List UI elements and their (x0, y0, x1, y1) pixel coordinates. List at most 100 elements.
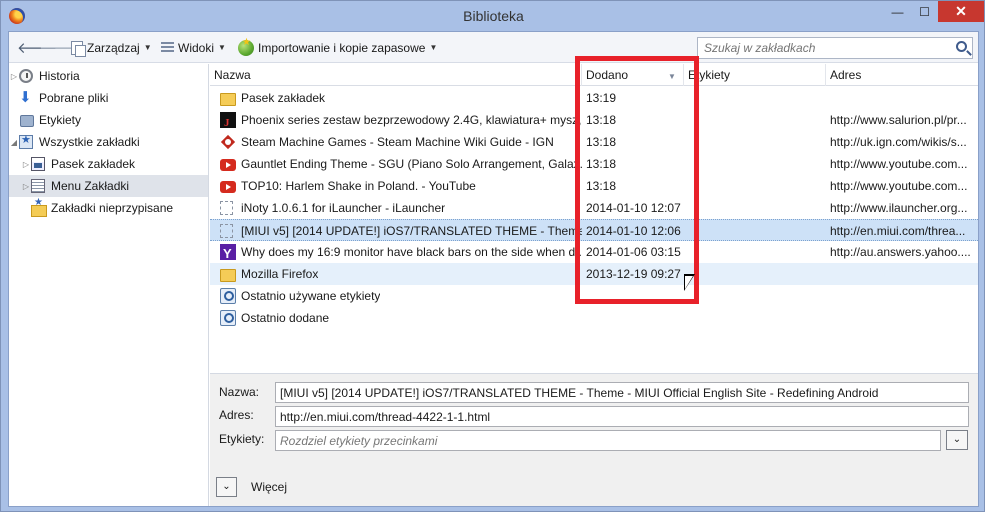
item-tags (684, 131, 826, 153)
more-label[interactable]: Więcej (251, 480, 287, 494)
sidebar-item-label: Zakładki nieprzypisane (51, 201, 174, 215)
column-header-label: Etykiety (688, 68, 731, 82)
item-title: Why does my 16:9 monitor have black bars… (241, 245, 582, 259)
list-item[interactable]: Ostatnio dodane (210, 307, 978, 329)
title-bar[interactable]: Biblioteka — ☐ ✕ (1, 1, 985, 31)
smart-query-icon (220, 310, 236, 326)
cell-name: Phoenix series zestaw bezprzewodowy 2.4G… (220, 109, 582, 131)
expand-arrow-icon[interactable]: ▷ (21, 160, 31, 169)
item-added: 2014-01-10 12:07 (586, 201, 681, 215)
tags-dropdown-button[interactable]: ⌄ (946, 430, 968, 450)
name-field[interactable] (275, 382, 969, 403)
search-input[interactable] (698, 38, 948, 58)
sidebar-item-label: Wszystkie zakładki (39, 135, 140, 149)
column-header-label: Nazwa (214, 68, 251, 82)
column-header-added[interactable]: Dodano ▼ (582, 64, 684, 86)
list-item[interactable]: Why does my 16:9 monitor have black bars… (210, 241, 978, 263)
expand-arrow-icon[interactable]: ▷ (9, 72, 19, 81)
list-item[interactable]: TOP10: Harlem Shake in Poland. - YouTube… (210, 175, 978, 197)
cell-name: TOP10: Harlem Shake in Poland. - YouTube (220, 175, 582, 197)
name-field-label: Nazwa: (219, 385, 260, 399)
library-window: Biblioteka — ☐ ✕ 🡐 🡒 Zarządzaj ▼ Widoki … (0, 0, 985, 512)
sidebar-item-label: Etykiety (39, 113, 82, 127)
list-item[interactable]: Steam Machine Games - Steam Machine Wiki… (210, 131, 978, 153)
list-item-selected[interactable]: [MIUI v5] [2014 UPDATE!] iOS7/TRANSLATED… (210, 219, 978, 241)
sidebar-item-label: Menu Zakładki (51, 179, 130, 193)
search-box[interactable] (697, 37, 973, 59)
list-item[interactable]: Phoenix series zestaw bezprzewodowy 2.4G… (210, 109, 978, 131)
sidebar-item-label: Historia (39, 69, 80, 83)
tags-icon (19, 113, 34, 127)
sidebar-item-tags[interactable]: Etykiety (9, 109, 208, 131)
smart-query-icon (220, 288, 236, 304)
url-field[interactable] (275, 406, 969, 427)
sidebar-item-unsorted-bookmarks[interactable]: Zakładki nieprzypisane (9, 197, 208, 219)
sidebar-item-label: Pobrane pliki (39, 91, 109, 105)
item-tags (684, 197, 826, 219)
item-url: http://en.miui.com/threa... (830, 224, 966, 238)
organize-menu-button[interactable]: Zarządzaj ▼ (71, 38, 152, 57)
minimize-button[interactable]: — (884, 1, 911, 22)
list-item[interactable]: iNoty 1.0.6.1 for iLauncher - iLauncher … (210, 197, 978, 219)
column-header-url[interactable]: Adres (826, 64, 978, 86)
import-star-icon (238, 37, 254, 56)
item-tags (684, 263, 826, 285)
import-backup-menu-button[interactable]: Importowanie i kopie zapasowe ▼ (238, 37, 438, 57)
tags-field[interactable] (275, 430, 941, 451)
list-item-hovered[interactable]: Mozilla Firefox 2013-12-19 09:27 (210, 263, 978, 285)
list-item[interactable]: Gauntlet Ending Theme - SGU (Piano Solo … (210, 153, 978, 175)
yahoo-icon (220, 243, 236, 263)
maximize-button[interactable]: ☐ (911, 1, 938, 22)
organize-label: Zarządzaj (87, 40, 140, 55)
more-toggle-button[interactable]: ⌄ (216, 477, 237, 497)
item-url: http://www.youtube.com... (830, 179, 968, 193)
sidebar-item-downloads[interactable]: Pobrane pliki (9, 87, 208, 109)
cell-name: Why does my 16:9 monitor have black bars… (220, 241, 582, 263)
item-title: iNoty 1.0.6.1 for iLauncher - iLauncher (241, 201, 446, 215)
sidebar-item-history[interactable]: ▷ Historia (9, 65, 208, 87)
downloads-icon (19, 88, 33, 106)
item-tags (684, 220, 826, 242)
item-added: 2013-12-19 09:27 (586, 267, 681, 281)
cell-name: Ostatnio dodane (220, 307, 582, 329)
list-header: Nazwa Dodano ▼ Etykiety Adres (210, 64, 978, 86)
search-icon[interactable] (956, 41, 967, 52)
library-content: 🡐 🡒 Zarządzaj ▼ Widoki ▼ Importowanie i … (8, 31, 979, 507)
item-added: 13:19 (586, 91, 617, 105)
cell-name: Steam Machine Games - Steam Machine Wiki… (220, 131, 582, 153)
toolbar: 🡐 🡒 Zarządzaj ▼ Widoki ▼ Importowanie i … (9, 32, 978, 63)
item-tags (684, 109, 826, 131)
item-tags (684, 87, 826, 109)
site-favicon-icon (220, 112, 236, 131)
views-menu-button[interactable]: Widoki ▼ (161, 38, 226, 57)
list-item[interactable]: Pasek zakładek 13:19 (210, 87, 978, 109)
dropdown-caret-icon: ▼ (218, 43, 226, 52)
cell-name: Mozilla Firefox (220, 263, 582, 285)
item-tags (684, 175, 826, 197)
sidebar-item-all-bookmarks[interactable]: ◢ Wszystkie zakładki (9, 131, 208, 153)
expand-arrow-icon[interactable]: ▷ (21, 182, 31, 191)
sidebar-item-bookmarks-toolbar[interactable]: ▷ Pasek zakładek (9, 153, 208, 175)
mouse-cursor-icon (684, 274, 698, 294)
cell-name: iNoty 1.0.6.1 for iLauncher - iLauncher (220, 197, 582, 219)
item-title: Gauntlet Ending Theme - SGU (Piano Solo … (241, 157, 582, 171)
item-tags (684, 153, 826, 175)
url-field-label: Adres: (219, 408, 254, 422)
sidebar-item-bookmarks-menu[interactable]: ▷ Menu Zakładki (9, 175, 208, 197)
bookmarks-menu-icon (31, 179, 45, 193)
cell-name: Gauntlet Ending Theme - SGU (Piano Solo … (220, 153, 582, 175)
column-header-name[interactable]: Nazwa (210, 64, 582, 86)
column-header-tags[interactable]: Etykiety (684, 64, 826, 86)
item-title: Pasek zakładek (241, 91, 326, 105)
item-title: Steam Machine Games - Steam Machine Wiki… (241, 135, 554, 149)
collapse-arrow-icon[interactable]: ◢ (9, 138, 19, 147)
views-icon (161, 41, 174, 54)
column-header-label: Adres (830, 68, 862, 82)
item-url (830, 87, 976, 109)
history-icon (19, 69, 33, 83)
list-item[interactable]: Ostatnio używane etykiety (210, 285, 978, 307)
dropdown-caret-icon: ▼ (429, 43, 438, 52)
blank-page-icon (220, 201, 233, 215)
close-button[interactable]: ✕ (938, 1, 984, 22)
item-url: http://www.salurion.pl/pr... (830, 113, 967, 127)
